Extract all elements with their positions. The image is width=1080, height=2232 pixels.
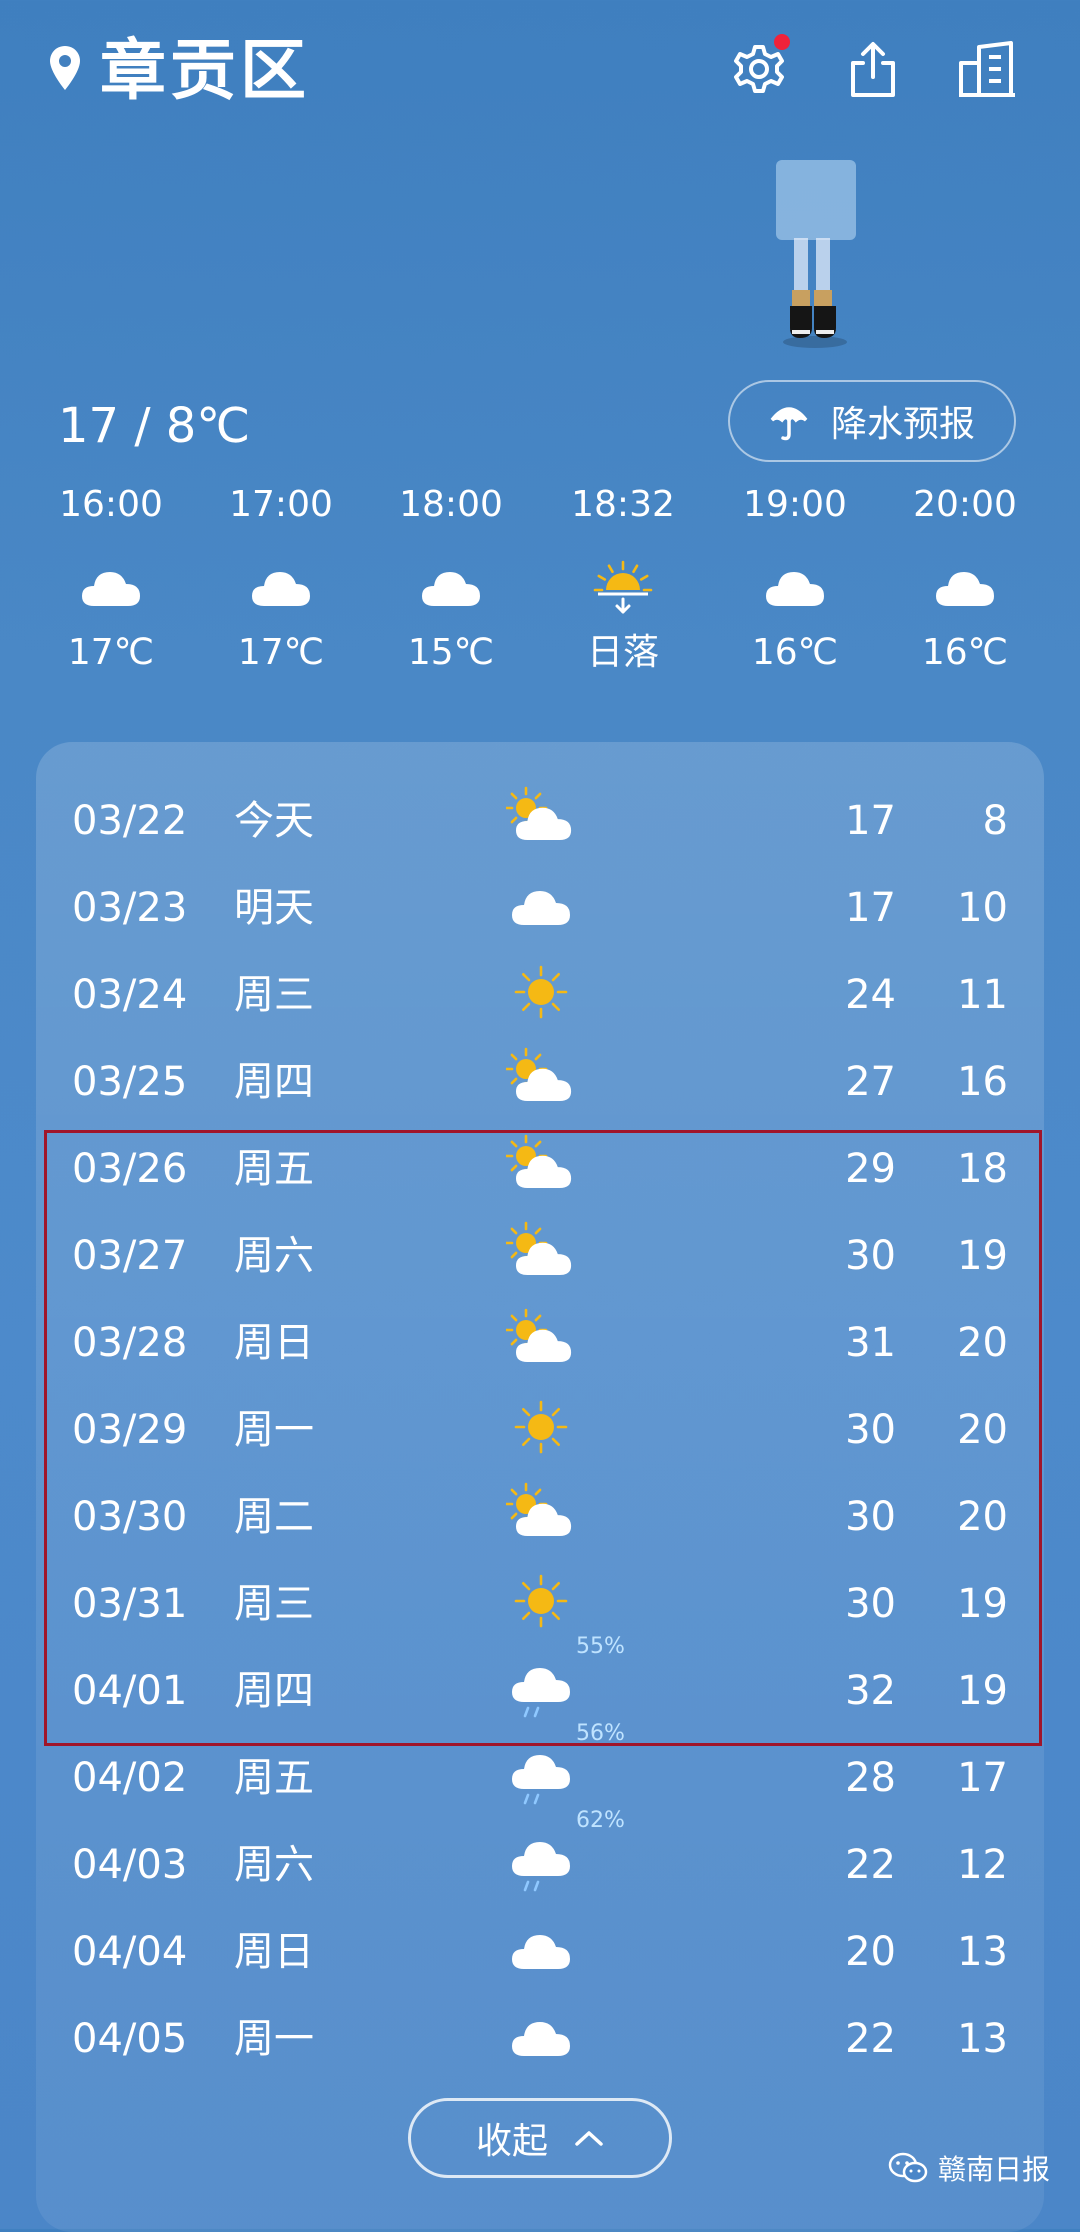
city-buildings-icon bbox=[959, 41, 1015, 97]
hourly-value: 16℃ bbox=[921, 632, 1009, 673]
hourly-value: 17℃ bbox=[67, 632, 155, 673]
settings-button[interactable] bbox=[724, 34, 794, 104]
hourly-item: 18:00 15℃ bbox=[366, 480, 536, 678]
precip-button-label: 降水预报 bbox=[830, 404, 975, 445]
hourly-value: 17℃ bbox=[237, 632, 325, 673]
sunset-icon bbox=[538, 546, 708, 628]
highlight-annotation-box bbox=[44, 1130, 1042, 1746]
watermark: 赣南日报 bbox=[888, 2148, 1050, 2188]
hourly-item: 17:00 17℃ bbox=[196, 480, 366, 678]
hourly-time: 18:00 bbox=[399, 484, 503, 525]
watermark-text: 赣南日报 bbox=[938, 2153, 1051, 2186]
hourly-time: 19:00 bbox=[743, 484, 847, 525]
hourly-item: 16:00 17℃ bbox=[26, 480, 196, 678]
precipitation-forecast-button[interactable]: 降水预报 bbox=[728, 380, 1016, 462]
location-title[interactable]: 章贡区 bbox=[100, 26, 310, 116]
hourly-time: 17:00 bbox=[229, 484, 333, 525]
today-temp-range: 17 / 8℃ bbox=[58, 398, 251, 454]
notification-dot bbox=[774, 34, 790, 50]
share-button[interactable] bbox=[838, 34, 908, 104]
hourly-time: 20:00 bbox=[913, 484, 1017, 525]
chevron-up-icon bbox=[575, 2131, 603, 2146]
cloud-icon bbox=[196, 546, 366, 628]
umbrella-icon bbox=[770, 407, 808, 441]
hourly-time: 16:00 bbox=[59, 484, 163, 525]
cloud-icon bbox=[26, 546, 196, 628]
hourly-value: 16℃ bbox=[751, 632, 839, 673]
hourly-value: 日落 bbox=[586, 632, 659, 673]
hourly-forecast[interactable]: 16:00 17℃ 17:00 17℃ 18:00 15℃ 18:32 日落 1… bbox=[0, 480, 1080, 680]
hourly-item: 19:00 16℃ bbox=[710, 480, 880, 678]
hourly-value: 15℃ bbox=[407, 632, 495, 673]
weather-character-illustration bbox=[776, 160, 856, 348]
hourly-time: 18:32 bbox=[571, 484, 675, 525]
wechat-icon bbox=[888, 2152, 928, 2183]
city-manage-button[interactable] bbox=[952, 34, 1022, 104]
cloud-icon bbox=[710, 546, 880, 628]
collapse-button[interactable]: 收起 bbox=[408, 2098, 672, 2178]
share-icon bbox=[851, 42, 895, 97]
location-pin-icon bbox=[50, 46, 80, 90]
hourly-item: 18:32 日落 bbox=[538, 480, 708, 678]
cloud-icon bbox=[366, 546, 536, 628]
cloud-icon bbox=[880, 546, 1050, 628]
collapse-label: 收起 bbox=[475, 2121, 548, 2162]
hourly-item: 20:00 16℃ bbox=[880, 480, 1050, 678]
